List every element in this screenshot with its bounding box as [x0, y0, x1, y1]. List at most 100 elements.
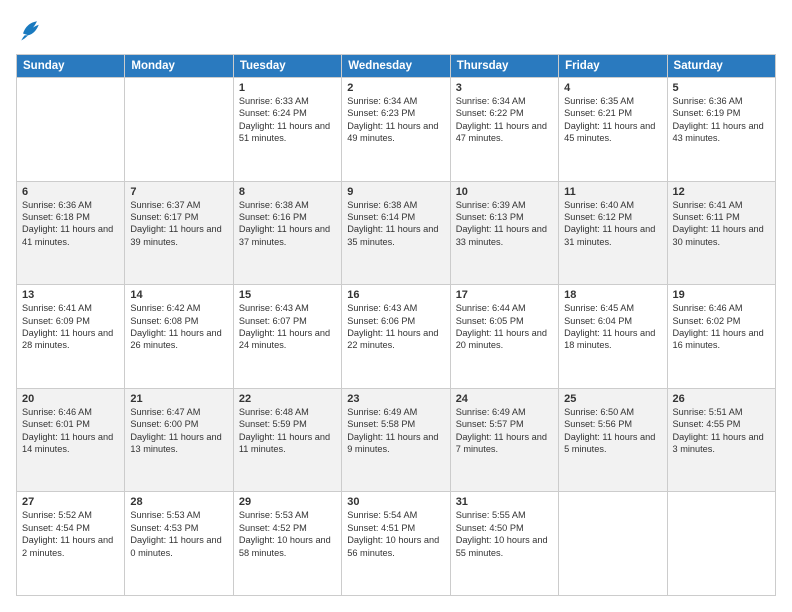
day-number: 30 — [347, 496, 444, 508]
day-number: 12 — [673, 186, 770, 198]
cell-info: Sunrise: 6:41 AM Sunset: 6:11 PM Dayligh… — [673, 199, 770, 249]
day-number: 10 — [456, 186, 553, 198]
day-number: 25 — [564, 393, 661, 405]
day-number: 16 — [347, 289, 444, 301]
cell-info: Sunrise: 5:53 AM Sunset: 4:53 PM Dayligh… — [130, 509, 227, 559]
day-number: 19 — [673, 289, 770, 301]
calendar-row: 13Sunrise: 6:41 AM Sunset: 6:09 PM Dayli… — [17, 285, 776, 389]
day-number: 3 — [456, 82, 553, 94]
calendar-cell: 28Sunrise: 5:53 AM Sunset: 4:53 PM Dayli… — [125, 492, 233, 596]
cell-info: Sunrise: 6:44 AM Sunset: 6:05 PM Dayligh… — [456, 302, 553, 352]
calendar-cell: 15Sunrise: 6:43 AM Sunset: 6:07 PM Dayli… — [233, 285, 341, 389]
calendar-cell: 20Sunrise: 6:46 AM Sunset: 6:01 PM Dayli… — [17, 388, 125, 492]
calendar-cell: 11Sunrise: 6:40 AM Sunset: 6:12 PM Dayli… — [559, 181, 667, 285]
day-number: 20 — [22, 393, 119, 405]
day-number: 31 — [456, 496, 553, 508]
day-number: 13 — [22, 289, 119, 301]
calendar-cell: 2Sunrise: 6:34 AM Sunset: 6:23 PM Daylig… — [342, 78, 450, 182]
day-number: 9 — [347, 186, 444, 198]
logo — [16, 16, 48, 44]
weekday-header: Tuesday — [233, 55, 341, 78]
calendar-cell: 9Sunrise: 6:38 AM Sunset: 6:14 PM Daylig… — [342, 181, 450, 285]
calendar-cell: 14Sunrise: 6:42 AM Sunset: 6:08 PM Dayli… — [125, 285, 233, 389]
calendar-table: SundayMondayTuesdayWednesdayThursdayFrid… — [16, 54, 776, 596]
cell-info: Sunrise: 5:51 AM Sunset: 4:55 PM Dayligh… — [673, 406, 770, 456]
calendar-cell: 6Sunrise: 6:36 AM Sunset: 6:18 PM Daylig… — [17, 181, 125, 285]
cell-info: Sunrise: 6:39 AM Sunset: 6:13 PM Dayligh… — [456, 199, 553, 249]
weekday-header: Wednesday — [342, 55, 450, 78]
day-number: 27 — [22, 496, 119, 508]
cell-info: Sunrise: 6:49 AM Sunset: 5:57 PM Dayligh… — [456, 406, 553, 456]
calendar-cell: 25Sunrise: 6:50 AM Sunset: 5:56 PM Dayli… — [559, 388, 667, 492]
cell-info: Sunrise: 6:43 AM Sunset: 6:06 PM Dayligh… — [347, 302, 444, 352]
calendar-cell — [17, 78, 125, 182]
calendar-cell: 4Sunrise: 6:35 AM Sunset: 6:21 PM Daylig… — [559, 78, 667, 182]
calendar-row: 6Sunrise: 6:36 AM Sunset: 6:18 PM Daylig… — [17, 181, 776, 285]
calendar-cell — [559, 492, 667, 596]
cell-info: Sunrise: 6:38 AM Sunset: 6:16 PM Dayligh… — [239, 199, 336, 249]
cell-info: Sunrise: 6:35 AM Sunset: 6:21 PM Dayligh… — [564, 95, 661, 145]
cell-info: Sunrise: 5:53 AM Sunset: 4:52 PM Dayligh… — [239, 509, 336, 559]
calendar-cell: 24Sunrise: 6:49 AM Sunset: 5:57 PM Dayli… — [450, 388, 558, 492]
weekday-header: Saturday — [667, 55, 775, 78]
cell-info: Sunrise: 6:47 AM Sunset: 6:00 PM Dayligh… — [130, 406, 227, 456]
calendar-cell: 10Sunrise: 6:39 AM Sunset: 6:13 PM Dayli… — [450, 181, 558, 285]
cell-info: Sunrise: 6:46 AM Sunset: 6:01 PM Dayligh… — [22, 406, 119, 456]
calendar-header-row: SundayMondayTuesdayWednesdayThursdayFrid… — [17, 55, 776, 78]
day-number: 4 — [564, 82, 661, 94]
calendar-cell: 18Sunrise: 6:45 AM Sunset: 6:04 PM Dayli… — [559, 285, 667, 389]
day-number: 22 — [239, 393, 336, 405]
day-number: 14 — [130, 289, 227, 301]
calendar-row: 20Sunrise: 6:46 AM Sunset: 6:01 PM Dayli… — [17, 388, 776, 492]
weekday-header: Sunday — [17, 55, 125, 78]
calendar-cell: 3Sunrise: 6:34 AM Sunset: 6:22 PM Daylig… — [450, 78, 558, 182]
calendar-cell: 31Sunrise: 5:55 AM Sunset: 4:50 PM Dayli… — [450, 492, 558, 596]
calendar-cell — [667, 492, 775, 596]
calendar-cell: 21Sunrise: 6:47 AM Sunset: 6:00 PM Dayli… — [125, 388, 233, 492]
cell-info: Sunrise: 6:34 AM Sunset: 6:23 PM Dayligh… — [347, 95, 444, 145]
day-number: 29 — [239, 496, 336, 508]
day-number: 5 — [673, 82, 770, 94]
day-number: 11 — [564, 186, 661, 198]
logo-bird-icon — [16, 16, 44, 44]
calendar-row: 1Sunrise: 6:33 AM Sunset: 6:24 PM Daylig… — [17, 78, 776, 182]
cell-info: Sunrise: 6:33 AM Sunset: 6:24 PM Dayligh… — [239, 95, 336, 145]
day-number: 24 — [456, 393, 553, 405]
calendar-cell: 23Sunrise: 6:49 AM Sunset: 5:58 PM Dayli… — [342, 388, 450, 492]
calendar-cell: 22Sunrise: 6:48 AM Sunset: 5:59 PM Dayli… — [233, 388, 341, 492]
day-number: 23 — [347, 393, 444, 405]
weekday-header: Friday — [559, 55, 667, 78]
cell-info: Sunrise: 6:50 AM Sunset: 5:56 PM Dayligh… — [564, 406, 661, 456]
calendar-cell: 12Sunrise: 6:41 AM Sunset: 6:11 PM Dayli… — [667, 181, 775, 285]
day-number: 17 — [456, 289, 553, 301]
cell-info: Sunrise: 6:42 AM Sunset: 6:08 PM Dayligh… — [130, 302, 227, 352]
cell-info: Sunrise: 6:46 AM Sunset: 6:02 PM Dayligh… — [673, 302, 770, 352]
calendar-cell: 13Sunrise: 6:41 AM Sunset: 6:09 PM Dayli… — [17, 285, 125, 389]
day-number: 28 — [130, 496, 227, 508]
cell-info: Sunrise: 6:41 AM Sunset: 6:09 PM Dayligh… — [22, 302, 119, 352]
calendar-cell: 7Sunrise: 6:37 AM Sunset: 6:17 PM Daylig… — [125, 181, 233, 285]
day-number: 7 — [130, 186, 227, 198]
calendar-cell: 26Sunrise: 5:51 AM Sunset: 4:55 PM Dayli… — [667, 388, 775, 492]
cell-info: Sunrise: 6:43 AM Sunset: 6:07 PM Dayligh… — [239, 302, 336, 352]
day-number: 15 — [239, 289, 336, 301]
day-number: 8 — [239, 186, 336, 198]
page-header — [16, 16, 776, 44]
calendar-cell: 5Sunrise: 6:36 AM Sunset: 6:19 PM Daylig… — [667, 78, 775, 182]
calendar-cell: 1Sunrise: 6:33 AM Sunset: 6:24 PM Daylig… — [233, 78, 341, 182]
day-number: 2 — [347, 82, 444, 94]
cell-info: Sunrise: 6:45 AM Sunset: 6:04 PM Dayligh… — [564, 302, 661, 352]
cell-info: Sunrise: 6:36 AM Sunset: 6:19 PM Dayligh… — [673, 95, 770, 145]
day-number: 26 — [673, 393, 770, 405]
cell-info: Sunrise: 6:40 AM Sunset: 6:12 PM Dayligh… — [564, 199, 661, 249]
weekday-header: Thursday — [450, 55, 558, 78]
cell-info: Sunrise: 6:38 AM Sunset: 6:14 PM Dayligh… — [347, 199, 444, 249]
calendar-cell: 8Sunrise: 6:38 AM Sunset: 6:16 PM Daylig… — [233, 181, 341, 285]
calendar-cell: 17Sunrise: 6:44 AM Sunset: 6:05 PM Dayli… — [450, 285, 558, 389]
calendar-cell: 19Sunrise: 6:46 AM Sunset: 6:02 PM Dayli… — [667, 285, 775, 389]
weekday-header: Monday — [125, 55, 233, 78]
day-number: 6 — [22, 186, 119, 198]
calendar-cell: 30Sunrise: 5:54 AM Sunset: 4:51 PM Dayli… — [342, 492, 450, 596]
cell-info: Sunrise: 6:36 AM Sunset: 6:18 PM Dayligh… — [22, 199, 119, 249]
cell-info: Sunrise: 5:52 AM Sunset: 4:54 PM Dayligh… — [22, 509, 119, 559]
